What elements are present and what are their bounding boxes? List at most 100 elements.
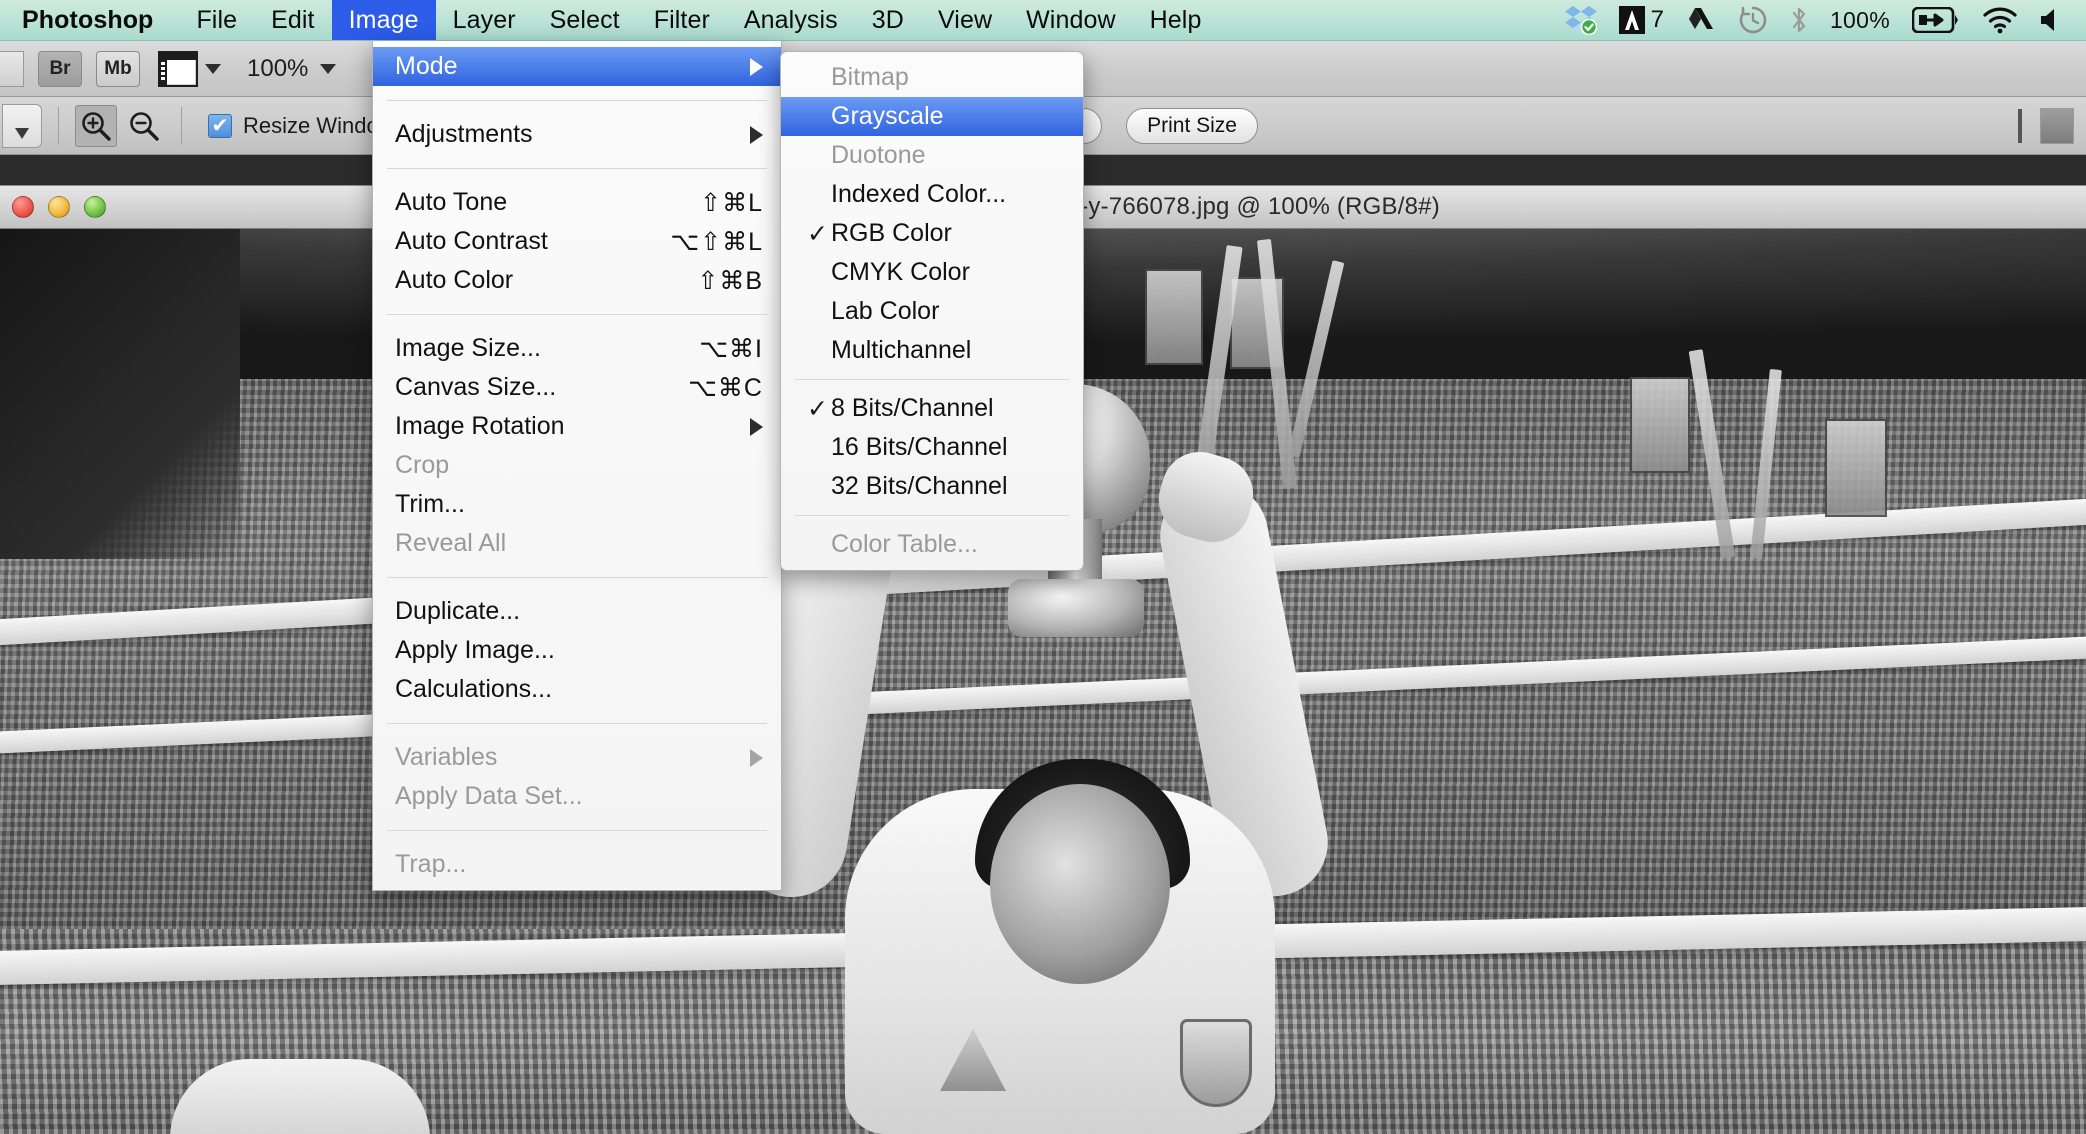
launch-bridge-button[interactable]: Br: [38, 50, 82, 87]
zoom-in-button[interactable]: [75, 104, 117, 147]
menu-item-label: 8 Bits/Channel: [831, 394, 994, 422]
image-menu-item-variables: Variables: [373, 738, 781, 777]
arrange-caret-icon: [205, 63, 221, 74]
image-menu-item-adjustments[interactable]: Adjustments: [373, 115, 781, 154]
image-menu-item-reveal-all: Reveal All: [373, 524, 781, 563]
menu-item-label: Color Table...: [831, 530, 978, 558]
menu-item-label: Calculations...: [395, 675, 553, 703]
bluetooth-icon[interactable]: [1790, 5, 1808, 35]
menu-separator: [795, 515, 1069, 516]
menu-bar-item-label: Window: [1026, 5, 1116, 34]
mac-menu-bar: Photoshop File Edit Image Layer Select Filter A…: [0, 0, 2086, 41]
menu-item-label: Variables: [395, 743, 498, 771]
menu-item-label: Adjustments: [395, 120, 533, 148]
image-menu-dropdown[interactable]: Mode Adjustments Auto Tone ⇧⌘L Auto Contrast…: [372, 41, 782, 891]
mode-menu-item-lab-color[interactable]: Lab Color: [781, 292, 1083, 331]
menu-bar-item-view[interactable]: View: [921, 0, 1009, 40]
menu-bar-item-help[interactable]: Help: [1133, 0, 1219, 40]
dropbox-icon[interactable]: [1564, 5, 1597, 35]
arrange-documents-menu[interactable]: [158, 50, 221, 87]
menu-bar-item-label: Edit: [271, 5, 315, 34]
image-menu-item-apply-image[interactable]: Apply Image...: [373, 631, 781, 670]
mode-menu-item-grayscale[interactable]: Grayscale: [781, 97, 1083, 136]
battery-percent-label: 100%: [1829, 6, 1890, 33]
mode-menu-item-multichannel[interactable]: Multichannel: [781, 331, 1083, 370]
image-menu-item-image-rotation[interactable]: Image Rotation: [373, 407, 781, 446]
mode-menu-item-duotone: Duotone: [781, 136, 1083, 175]
battery-charging-icon[interactable]: [1912, 7, 1960, 33]
menu-bar-item-label: Help: [1149, 5, 1202, 34]
image-menu-item-duplicate[interactable]: Duplicate...: [373, 592, 781, 631]
mode-menu-item-rgb-color[interactable]: ✓ RGB Color: [781, 214, 1083, 253]
tool-preset-picker-icon: [15, 127, 29, 139]
image-menu-item-calculations[interactable]: Calculations...: [373, 670, 781, 709]
mode-menu-item-16-bits-channel[interactable]: 16 Bits/Channel: [781, 428, 1083, 467]
menu-separator: [795, 379, 1069, 380]
menu-item-label: 16 Bits/Channel: [831, 433, 1008, 461]
image-menu-item-auto-contrast[interactable]: Auto Contrast ⌥⇧⌘L: [373, 222, 781, 261]
menu-item-label: Indexed Color...: [831, 180, 1007, 208]
print-size-button[interactable]: Print Size: [1126, 107, 1258, 144]
zoom-window-button[interactable]: [84, 196, 106, 218]
print-size-label: Print Size: [1147, 113, 1237, 137]
menu-bar-item-file[interactable]: File: [179, 0, 254, 40]
menu-item-label: Auto Color: [395, 266, 514, 294]
menu-item-label: Auto Contrast: [395, 227, 548, 255]
wifi-icon[interactable]: [1982, 6, 2018, 34]
image-menu-item-image-size[interactable]: Image Size... ⌥⌘I: [373, 329, 781, 368]
close-window-button[interactable]: [12, 196, 34, 218]
menu-item-shortcut: ⌥⌘I: [699, 334, 763, 363]
options-divider: [58, 106, 59, 145]
zoom-out-icon: [130, 111, 159, 141]
menu-separator: [387, 830, 767, 831]
zoom-out-button[interactable]: [123, 105, 165, 147]
zoom-level-label: 100%: [247, 54, 309, 82]
menu-item-label: Trim...: [395, 490, 465, 518]
menu-bar-item-select[interactable]: Select: [533, 0, 637, 40]
image-menu-item-trim[interactable]: Trim...: [373, 485, 781, 524]
adobe-badge-label: 7: [1650, 6, 1664, 33]
image-menu-item-auto-color[interactable]: Auto Color ⇧⌘B: [373, 261, 781, 300]
menu-bar-item-image[interactable]: Image: [331, 0, 436, 40]
menu-bar-item-layer[interactable]: Layer: [436, 0, 533, 40]
minimize-window-button[interactable]: [48, 196, 70, 218]
menu-bar-item-3d[interactable]: 3D: [855, 0, 921, 40]
launch-mini-bridge-button[interactable]: Mb: [96, 50, 140, 87]
time-machine-icon[interactable]: [1738, 5, 1768, 35]
screen-mode-zoom-level[interactable]: 100%: [247, 55, 308, 83]
resize-windows-checkbox[interactable]: ✔: [208, 113, 232, 138]
menu-bar-item-edit[interactable]: Edit: [254, 0, 331, 40]
menu-bar-item-label: Image: [348, 5, 419, 34]
image-menu-item-canvas-size[interactable]: Canvas Size... ⌥⌘C: [373, 368, 781, 407]
menu-item-label: Lab Color: [831, 297, 940, 325]
menu-separator: [387, 100, 767, 101]
workspace-switcher[interactable]: [2040, 107, 2074, 144]
google-drive-icon[interactable]: [1686, 6, 1716, 34]
menu-item-label: Canvas Size...: [395, 373, 557, 401]
zoom-level-caret-icon[interactable]: [320, 63, 337, 74]
menu-bar-item-window[interactable]: Window: [1009, 0, 1133, 40]
menu-bar-item-analysis[interactable]: Analysis: [727, 0, 855, 40]
image-menu-item-mode[interactable]: Mode: [373, 47, 781, 86]
mode-menu-item-32-bits-channel[interactable]: 32 Bits/Channel: [781, 467, 1083, 506]
mode-menu-item-indexed-color[interactable]: Indexed Color...: [781, 175, 1083, 214]
options-grabber-icon[interactable]: [2018, 108, 2022, 143]
menu-item-label: Crop: [395, 451, 450, 479]
menu-item-label: Image Rotation: [395, 412, 565, 440]
image-menu-item-auto-tone[interactable]: Auto Tone ⇧⌘L: [373, 183, 781, 222]
menu-separator: [387, 723, 767, 724]
menu-bar-item-filter[interactable]: Filter: [637, 0, 727, 40]
image-menu-item-trap: Trap...: [373, 845, 781, 884]
menu-item-label: Trap...: [395, 850, 467, 878]
mode-submenu-dropdown[interactable]: Bitmap Grayscale Duotone Indexed Color... ✓ R…: [780, 51, 1084, 571]
tool-preset-picker[interactable]: [2, 103, 42, 148]
mode-menu-item-8-bits-channel[interactable]: ✓ 8 Bits/Channel: [781, 389, 1083, 428]
menu-bar-item-label: Layer: [452, 5, 516, 34]
menu-item-label: Bitmap: [831, 63, 909, 91]
menu-bar-item-label: View: [937, 5, 993, 34]
mode-menu-item-cmyk-color[interactable]: CMYK Color: [781, 253, 1083, 292]
menu-bar-item-photoshop[interactable]: Photoshop: [0, 0, 179, 40]
adobe-icon-group[interactable]: 7: [1618, 6, 1664, 34]
workspace-edge: [0, 50, 24, 87]
volume-icon[interactable]: [2040, 7, 2064, 33]
